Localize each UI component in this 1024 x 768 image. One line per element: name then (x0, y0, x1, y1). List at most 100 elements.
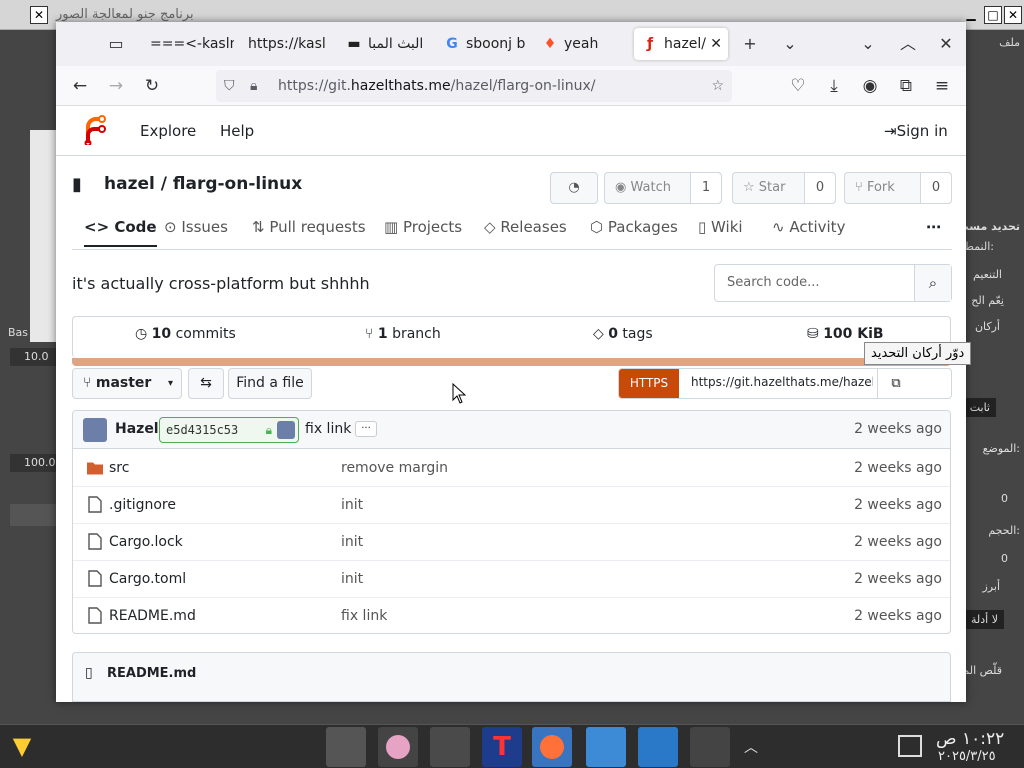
reload-icon[interactable]: ↻ (136, 70, 168, 102)
files-app-icon[interactable] (586, 727, 626, 767)
https-button[interactable]: HTTPS (619, 369, 679, 398)
rss-button[interactable]: ◔ (550, 172, 598, 204)
file-commit-message[interactable]: remove margin (341, 460, 448, 476)
avatar[interactable] (83, 418, 107, 442)
tab-releases[interactable]: ◇ Releases (484, 218, 567, 236)
commit-message[interactable]: fix link (305, 421, 351, 437)
archive-app-icon[interactable] (326, 727, 366, 767)
tab-wiki[interactable]: ▯ Wiki (698, 218, 743, 236)
code-icon: <> (84, 218, 115, 236)
tab-activity[interactable]: ∿ Activity (772, 218, 845, 236)
language-bar[interactable] (72, 358, 951, 366)
commit-author[interactable]: Hazel (115, 421, 159, 437)
copy-icon[interactable]: ⧉ (877, 369, 914, 398)
account-icon[interactable]: ◉ (854, 70, 886, 102)
percent-field[interactable]: 100.0 (10, 454, 56, 472)
file-name[interactable]: src (109, 460, 129, 476)
repo-title[interactable]: hazel / flarg-on-linux (104, 174, 302, 194)
position-x[interactable]: 0 (1001, 492, 1008, 505)
maximize-icon[interactable]: ︿ (892, 28, 924, 60)
store-app-icon[interactable] (638, 727, 678, 767)
tab-pull-requests[interactable]: ⇅ Pull requests (252, 218, 366, 236)
start-menu-icon[interactable]: ▼ (6, 731, 38, 761)
browser-tab[interactable]: ▬ البث المبا (338, 28, 430, 60)
search-code-input[interactable]: Search code... ⌕ (714, 264, 952, 302)
more-icon[interactable]: ⋯ (926, 218, 941, 236)
pocket-icon[interactable]: ♡ (782, 70, 814, 102)
text-app-icon[interactable]: T (482, 727, 522, 767)
guides-select[interactable]: لا أدلة (965, 610, 1004, 629)
firefox-app-icon[interactable] (532, 727, 572, 767)
file-commit-message[interactable]: init (341, 534, 363, 550)
branch-link[interactable]: ⑂ 1 branch (365, 326, 441, 342)
table-row[interactable]: Cargo.lock init 2 weeks ago (73, 524, 950, 561)
file-name[interactable]: .gitignore (109, 497, 176, 513)
table-row[interactable]: Cargo.toml init 2 weeks ago (73, 561, 950, 598)
find-file-button[interactable]: Find a file (228, 368, 312, 399)
tab-code[interactable]: <> Code (84, 218, 157, 247)
url-bar[interactable]: ⛉ 🔒︎ https://git.hazelthats.me/hazel/fla… (216, 70, 732, 102)
table-row[interactable]: .gitignore init 2 weeks ago (73, 487, 950, 524)
settings-app-icon[interactable] (690, 727, 730, 767)
search-icon[interactable]: ⌕ (914, 265, 951, 301)
forgejo-logo-icon[interactable] (82, 115, 106, 145)
tab-overview-icon[interactable]: ▭ (100, 28, 132, 60)
table-row[interactable]: src remove margin 2 weeks ago (73, 450, 950, 487)
fork-button[interactable]: ⑂ Fork 0 (844, 172, 952, 204)
file-name[interactable]: Cargo.toml (109, 571, 186, 587)
compare-button[interactable]: ⇆ (188, 368, 224, 399)
bookmark-star-icon[interactable]: ☆ (711, 70, 724, 102)
downloads-icon[interactable]: ⤓ (818, 70, 850, 102)
back-icon[interactable]: ← (64, 70, 96, 102)
nav-help[interactable]: Help (220, 122, 254, 140)
gimp-app-icon[interactable] (430, 727, 470, 767)
file-commit-message[interactable]: init (341, 571, 363, 587)
nav-explore[interactable]: Explore (140, 122, 196, 140)
table-row[interactable]: README.md fix link 2 weeks ago (73, 598, 950, 633)
list-tabs-icon[interactable]: ⌄ (774, 28, 806, 60)
close-tab-icon[interactable]: ✕ (710, 28, 722, 60)
clone-url-input[interactable]: https://git.hazelthats.me/hazel/flarg-on… (691, 375, 873, 389)
tray-expand-icon[interactable]: ︿ (744, 737, 758, 757)
file-name[interactable]: Cargo.lock (109, 534, 183, 550)
size-field[interactable]: 10.0 (10, 348, 56, 366)
lock-icon[interactable]: 🔒︎ (250, 70, 257, 102)
maximize-icon[interactable]: □ (984, 6, 1002, 24)
tab-issues[interactable]: ⊙ Issues (164, 218, 228, 236)
media-app-icon[interactable] (378, 727, 418, 767)
browser-tab[interactable]: Gsboonj b (436, 28, 528, 60)
tab-projects[interactable]: ▥ Projects (384, 218, 462, 236)
file-name[interactable]: README.md (109, 608, 196, 624)
show-desktop-icon[interactable] (898, 735, 922, 757)
extensions-icon[interactable]: ⧉ (890, 70, 922, 102)
fixed-select[interactable]: ثابت (963, 398, 996, 417)
close-window-icon[interactable]: ✕ (930, 28, 962, 60)
browser-tab[interactable]: https://kasl (240, 28, 332, 60)
expand-message-button[interactable]: ··· (355, 421, 377, 437)
close-icon[interactable]: ✕ (1004, 6, 1022, 24)
commit-sha[interactable]: e5d4315c53 🔒︎ (159, 417, 299, 443)
branch-selector[interactable]: ⑂ master ▾ (72, 368, 182, 399)
watch-button[interactable]: ◉ Watch 1 (604, 172, 722, 204)
commits-link[interactable]: ◷ 10 commits (135, 326, 236, 342)
size-w[interactable]: 0 (1001, 552, 1008, 565)
forward-icon[interactable]: → (100, 70, 132, 102)
minimize-icon[interactable]: ⌄ (852, 28, 884, 60)
menu-icon[interactable]: ≡ (926, 70, 958, 102)
browser-tab[interactable]: ===<-kaslm (142, 28, 234, 60)
shield-icon[interactable]: ⛉ (224, 70, 235, 102)
signin-link[interactable]: ⇥Sign in (884, 122, 948, 140)
browser-tab[interactable]: ♦ yeah (534, 28, 626, 60)
tab-label: Wiki (711, 218, 743, 236)
tab-packages[interactable]: ⬡ Packages (590, 218, 678, 236)
tags-link[interactable]: ◇ 0 tags (593, 326, 653, 342)
close-icon[interactable]: ✕ (30, 6, 48, 24)
star-button[interactable]: ☆ Star 0 (732, 172, 836, 204)
new-tab-icon[interactable]: + (734, 28, 766, 60)
gimp-left-field[interactable] (10, 504, 56, 526)
menu-file[interactable]: ملف (999, 36, 1020, 49)
file-commit-message[interactable]: init (341, 497, 363, 513)
readme-title[interactable]: README.md (107, 666, 196, 681)
browser-tab-active[interactable]: ƒ hazel/✕ (634, 28, 728, 60)
file-commit-message[interactable]: fix link (341, 608, 387, 624)
